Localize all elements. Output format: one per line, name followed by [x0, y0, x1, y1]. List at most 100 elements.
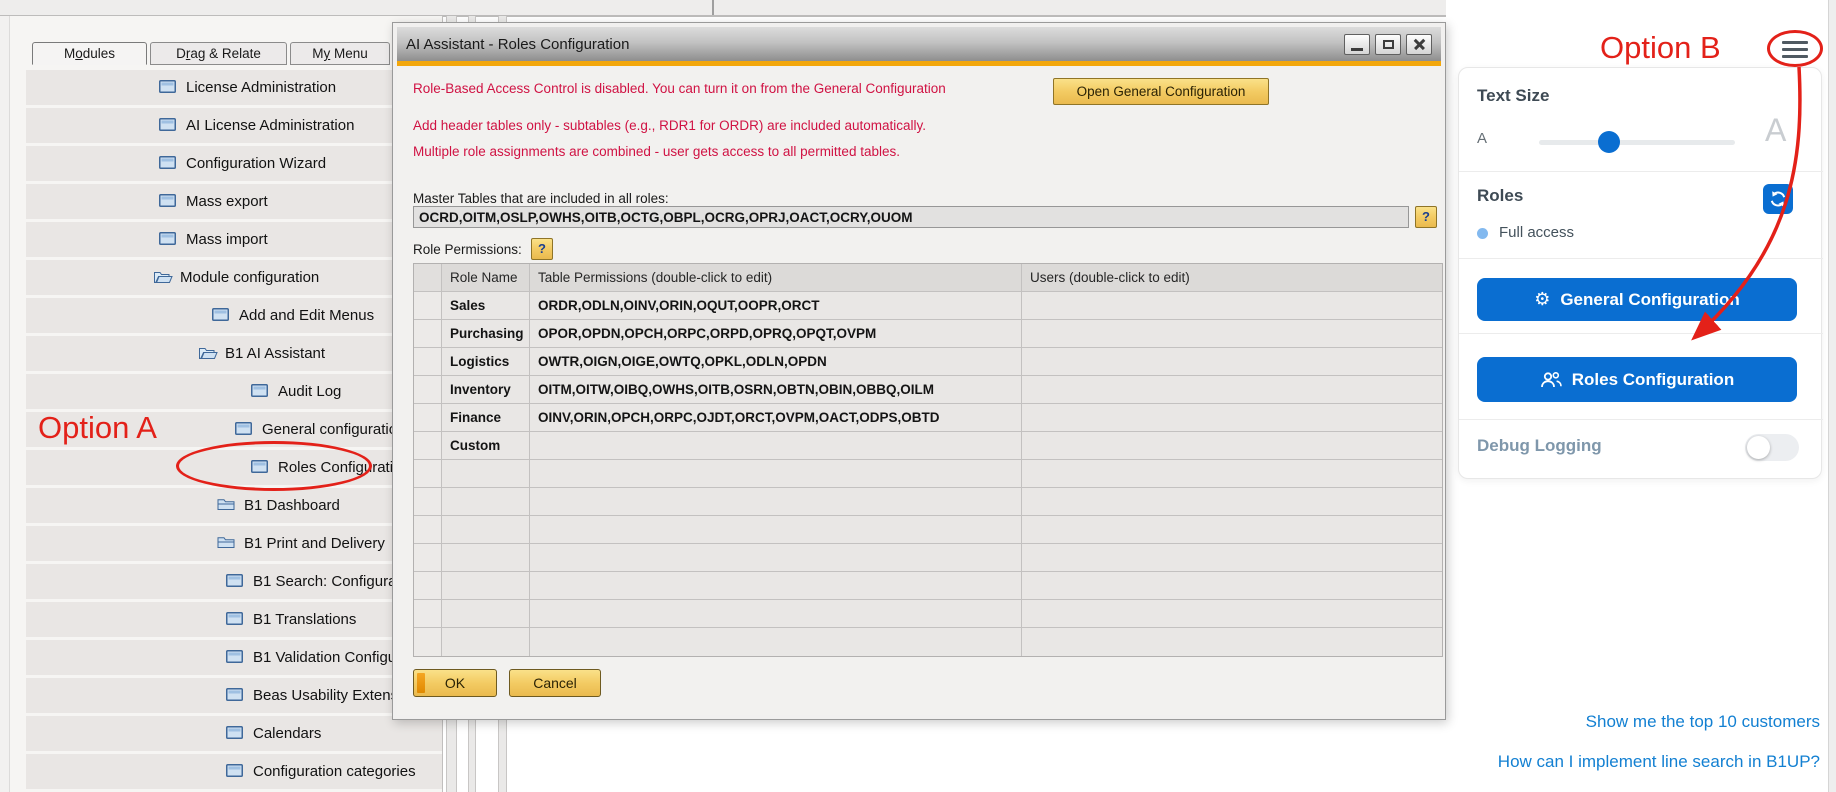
- sidebar-item-b1-ai-assistant[interactable]: B1 AI Assistant: [26, 336, 442, 371]
- column-header-selector[interactable]: [414, 264, 442, 291]
- row-selector[interactable]: [414, 404, 442, 431]
- tab-drag-relate[interactable]: Drag & Relate: [150, 42, 287, 65]
- sidebar-item-calendars[interactable]: Calendars: [26, 716, 442, 751]
- sidebar-item-b1-search-configuration[interactable]: B1 Search: Configuration: [26, 564, 442, 599]
- sidebar-item-audit-log[interactable]: Audit Log: [26, 374, 442, 409]
- table-row-empty[interactable]: [414, 628, 1442, 656]
- cell-users[interactable]: [1022, 600, 1442, 627]
- cell-users[interactable]: [1022, 404, 1442, 431]
- row-selector[interactable]: [414, 488, 442, 515]
- row-selector[interactable]: [414, 348, 442, 375]
- cell-role[interactable]: [442, 488, 530, 515]
- cancel-button[interactable]: Cancel: [509, 669, 601, 697]
- sidebar-item-beas-usability-extension[interactable]: Beas Usability Extension: [26, 678, 442, 713]
- text-size-slider-track[interactable]: [1539, 140, 1735, 145]
- row-selector[interactable]: [414, 572, 442, 599]
- sidebar-item-license-administration[interactable]: License Administration: [26, 70, 442, 105]
- table-row-empty[interactable]: [414, 544, 1442, 572]
- row-selector[interactable]: [414, 460, 442, 487]
- column-header-users[interactable]: Users (double-click to edit): [1022, 264, 1442, 291]
- maximize-button[interactable]: [1375, 34, 1401, 55]
- table-row-inventory[interactable]: InventoryOITM,OITW,OIBQ,OWHS,OITB,OSRN,O…: [414, 376, 1442, 404]
- cell-tables[interactable]: [530, 600, 1022, 627]
- debug-logging-toggle[interactable]: [1745, 434, 1799, 461]
- cell-tables[interactable]: [530, 572, 1022, 599]
- cell-tables[interactable]: [530, 516, 1022, 543]
- roles-configuration-button[interactable]: Roles Configuration: [1477, 357, 1797, 402]
- table-row-logistics[interactable]: LogisticsOWTR,OIGN,OIGE,OWTQ,OPKL,ODLN,O…: [414, 348, 1442, 376]
- sidebar-item-add-and-edit-menus[interactable]: Add and Edit Menus: [26, 298, 442, 333]
- sidebar-item-configuration-categories[interactable]: Configuration categories: [26, 754, 442, 789]
- sidebar-item-b1-translations[interactable]: B1 Translations: [26, 602, 442, 637]
- table-row-sales[interactable]: SalesORDR,ODLN,OINV,ORIN,OQUT,OOPR,ORCT: [414, 292, 1442, 320]
- tab-my-menu[interactable]: My Menu: [290, 42, 390, 65]
- cell-tables[interactable]: OWTR,OIGN,OIGE,OWTQ,OPKL,ODLN,OPDN: [530, 348, 1022, 375]
- sidebar-item-module-configuration[interactable]: Module configuration: [26, 260, 442, 295]
- cell-role[interactable]: Finance: [442, 404, 530, 431]
- cell-role[interactable]: [442, 628, 530, 656]
- cell-tables[interactable]: [530, 432, 1022, 459]
- open-general-configuration-button[interactable]: Open General Configuration: [1053, 78, 1269, 105]
- cell-role[interactable]: Sales: [442, 292, 530, 319]
- cell-users[interactable]: [1022, 292, 1442, 319]
- column-header-table[interactable]: Table Permissions (double-click to edit): [530, 264, 1022, 291]
- tab-modules[interactable]: Modules: [32, 42, 147, 65]
- cell-users[interactable]: [1022, 488, 1442, 515]
- sidebar-item-b1-dashboard[interactable]: B1 Dashboard: [26, 488, 442, 523]
- row-selector[interactable]: [414, 600, 442, 627]
- row-selector[interactable]: [414, 628, 442, 656]
- table-row-custom[interactable]: Custom: [414, 432, 1442, 460]
- table-row-finance[interactable]: FinanceOINV,ORIN,OPCH,ORPC,OJDT,ORCT,OVP…: [414, 404, 1442, 432]
- cell-tables[interactable]: OINV,ORIN,OPCH,ORPC,OJDT,ORCT,OVPM,OACT,…: [530, 404, 1022, 431]
- table-row-empty[interactable]: [414, 460, 1442, 488]
- cell-role[interactable]: [442, 460, 530, 487]
- cell-role[interactable]: [442, 544, 530, 571]
- row-selector[interactable]: [414, 516, 442, 543]
- suggestion-link-top-customers[interactable]: Show me the top 10 customers: [1586, 712, 1820, 732]
- table-row-empty[interactable]: [414, 572, 1442, 600]
- cell-tables[interactable]: OPOR,OPDN,OPCH,ORPC,ORPD,OPRQ,OPQT,OVPM: [530, 320, 1022, 347]
- general-configuration-button[interactable]: ⚙ General Configuration: [1477, 278, 1797, 321]
- cell-tables[interactable]: ORDR,ODLN,OINV,ORIN,OQUT,OOPR,ORCT: [530, 292, 1022, 319]
- cell-users[interactable]: [1022, 628, 1442, 656]
- cell-role[interactable]: [442, 600, 530, 627]
- cell-role[interactable]: Custom: [442, 432, 530, 459]
- cell-users[interactable]: [1022, 460, 1442, 487]
- sidebar-item-configuration-wizard[interactable]: Configuration Wizard: [26, 146, 442, 181]
- cell-users[interactable]: [1022, 376, 1442, 403]
- cell-users[interactable]: [1022, 348, 1442, 375]
- hamburger-menu-icon[interactable]: [1782, 41, 1808, 58]
- column-header-role[interactable]: Role Name: [442, 264, 530, 291]
- refresh-roles-button[interactable]: [1763, 184, 1793, 214]
- row-selector[interactable]: [414, 320, 442, 347]
- cell-users[interactable]: [1022, 516, 1442, 543]
- close-button[interactable]: [1406, 34, 1432, 55]
- row-selector[interactable]: [414, 292, 442, 319]
- dialog-titlebar[interactable]: AI Assistant - Roles Configuration: [397, 27, 1441, 61]
- sidebar-item-mass-import[interactable]: Mass import: [26, 222, 442, 257]
- cell-role[interactable]: Purchasing: [442, 320, 530, 347]
- cell-tables[interactable]: [530, 488, 1022, 515]
- cell-users[interactable]: [1022, 544, 1442, 571]
- master-tables-input[interactable]: [413, 206, 1409, 228]
- text-size-slider-thumb[interactable]: [1598, 131, 1620, 153]
- cell-users[interactable]: [1022, 320, 1442, 347]
- minimize-button[interactable]: [1344, 34, 1370, 55]
- role-permissions-help-button[interactable]: ?: [531, 238, 553, 260]
- suggestion-link-line-search[interactable]: How can I implement line search in B1UP?: [1498, 752, 1820, 772]
- cell-role[interactable]: [442, 516, 530, 543]
- sidebar-item-b1-validation-configuration[interactable]: B1 Validation Configuration: [26, 640, 442, 675]
- row-selector[interactable]: [414, 432, 442, 459]
- cell-tables[interactable]: [530, 544, 1022, 571]
- sidebar-item-ai-license-administration[interactable]: AI License Administration: [26, 108, 442, 143]
- row-selector[interactable]: [414, 376, 442, 403]
- ok-button[interactable]: OK: [413, 669, 497, 697]
- cell-tables[interactable]: [530, 460, 1022, 487]
- cell-role[interactable]: Logistics: [442, 348, 530, 375]
- sidebar-item-mass-export[interactable]: Mass export: [26, 184, 442, 219]
- table-row-empty[interactable]: [414, 488, 1442, 516]
- table-row-empty[interactable]: [414, 516, 1442, 544]
- cell-tables[interactable]: [530, 628, 1022, 656]
- sidebar-item-b1-print-and-delivery[interactable]: B1 Print and Delivery: [26, 526, 442, 561]
- table-row-empty[interactable]: [414, 600, 1442, 628]
